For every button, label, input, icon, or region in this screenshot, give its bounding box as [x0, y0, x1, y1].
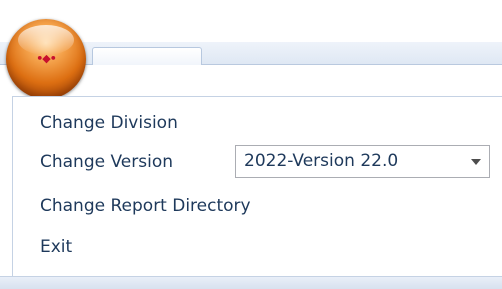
menu-item-change-report-directory[interactable]: Change Report Directory [40, 191, 251, 221]
chevron-down-icon[interactable] [471, 159, 481, 165]
orb-logo: •◆• [36, 52, 57, 65]
version-select-value: 2022-Version 22.0 [244, 151, 399, 171]
version-select[interactable]: 2022-Version 22.0 [235, 145, 490, 178]
ribbon-tab[interactable] [92, 47, 202, 65]
app-window: •◆• Change Division Change Version 2022-… [0, 0, 502, 289]
application-orb-icon[interactable]: •◆• [6, 19, 86, 99]
menu-footer-bar [0, 276, 502, 289]
menu-item-exit[interactable]: Exit [40, 232, 72, 262]
menu-item-change-division[interactable]: Change Division [40, 108, 178, 138]
menu-item-change-version[interactable]: Change Version [40, 147, 173, 177]
application-menu: Change Division Change Version 2022-Vers… [12, 96, 502, 277]
